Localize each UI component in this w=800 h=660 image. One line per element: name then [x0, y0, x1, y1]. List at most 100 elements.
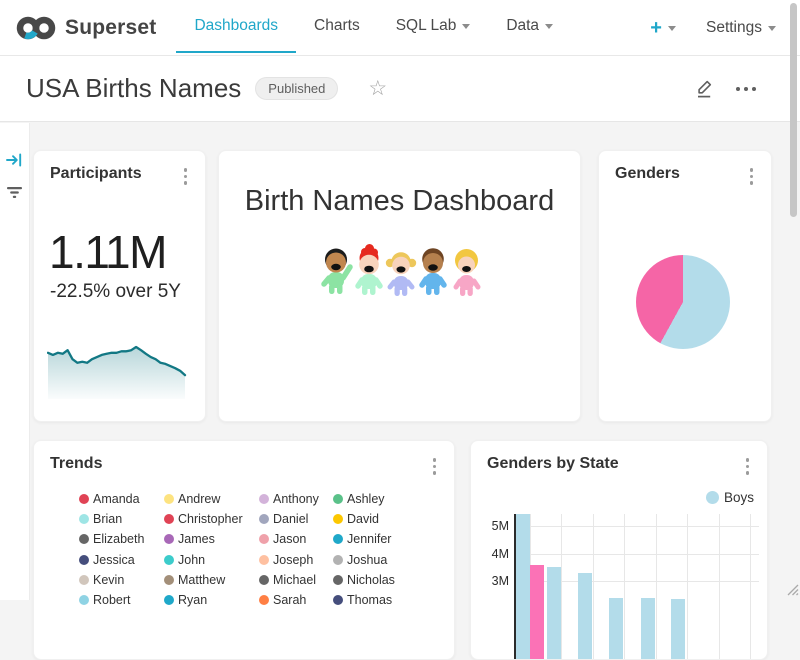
scrollbar-thumb[interactable]	[790, 3, 797, 217]
gridline	[687, 514, 688, 660]
legend-dot-icon	[79, 514, 89, 524]
legend-item-brian[interactable]: Brian	[79, 512, 164, 526]
genders-pie-chart[interactable]	[636, 255, 730, 349]
bar-boys[interactable]	[609, 598, 623, 660]
legend-dot-icon	[164, 494, 174, 504]
favorite-star-icon[interactable]: ☆	[368, 78, 387, 99]
gridline	[750, 514, 751, 660]
legend-label: Kevin	[93, 573, 124, 587]
legend-label: Christopher	[178, 512, 243, 526]
legend-dot-icon	[259, 534, 269, 544]
legend-label: Brian	[93, 512, 122, 526]
chart-title: Participants	[50, 165, 142, 183]
bar-boys[interactable]	[578, 573, 592, 660]
legend-dot-icon	[259, 575, 269, 585]
gridline	[624, 514, 625, 660]
chevron-down-icon	[768, 26, 776, 31]
legend-item-ashley[interactable]: Ashley	[333, 492, 423, 506]
legend-item-robert[interactable]: Robert	[79, 593, 164, 607]
new-menu-button[interactable]: +	[650, 18, 676, 38]
legend-item-michael[interactable]: Michael	[259, 573, 333, 587]
card-genders-by-state: Genders by State Boys 5M4M3M	[470, 440, 768, 660]
bar-girls[interactable]	[530, 565, 544, 660]
status-badge[interactable]: Published	[255, 77, 338, 100]
legend-item-andrew[interactable]: Andrew	[164, 492, 259, 506]
legend-dot-icon	[333, 534, 343, 544]
legend-dot-icon	[79, 595, 89, 605]
kebab-menu-icon[interactable]	[744, 165, 760, 188]
legend-item-kevin[interactable]: Kevin	[79, 573, 164, 587]
legend-item-joshua[interactable]: Joshua	[333, 553, 423, 567]
legend-label: Elizabeth	[93, 532, 144, 546]
legend-label: Thomas	[347, 593, 392, 607]
legend-item-joseph[interactable]: Joseph	[259, 553, 333, 567]
bar-boys[interactable]	[641, 598, 655, 660]
bar-boys[interactable]	[671, 599, 685, 660]
legend-dot-icon	[79, 534, 89, 544]
legend-item-nicholas[interactable]: Nicholas	[333, 573, 423, 587]
superset-logo[interactable]: Superset	[0, 14, 166, 42]
chart-title: Genders	[615, 165, 680, 183]
kebab-menu-icon[interactable]	[427, 455, 443, 478]
card-trends: Trends AmandaAndrewAnthonyAshleyBrianChr…	[33, 440, 455, 660]
legend-item-ryan[interactable]: Ryan	[164, 593, 259, 607]
legend-label: Ashley	[347, 492, 385, 506]
card-resize-handle-icon[interactable]	[785, 582, 800, 597]
settings-menu[interactable]: Settings	[706, 19, 776, 37]
legend-item-elizabeth[interactable]: Elizabeth	[79, 532, 164, 546]
dashboard-header: USA Births Names Published ☆	[0, 56, 800, 122]
edit-pencil-icon[interactable]	[694, 78, 714, 99]
legend-item-sarah[interactable]: Sarah	[259, 593, 333, 607]
filter-funnel-icon[interactable]	[6, 183, 24, 201]
legend-dot-icon	[333, 514, 343, 524]
legend-label: Sarah	[273, 593, 306, 607]
bar-boys[interactable]	[516, 514, 530, 660]
y-axis-tick-label: 4M	[477, 547, 509, 561]
nav-item-data[interactable]: Data	[488, 0, 571, 53]
legend-item-daniel[interactable]: Daniel	[259, 512, 333, 526]
expand-filters-icon[interactable]	[6, 151, 24, 169]
legend-label: Jennifer	[347, 532, 391, 546]
legend-dot-icon	[164, 595, 174, 605]
legend-label: Matthew	[178, 573, 225, 587]
legend-dot-icon	[333, 555, 343, 565]
legend-item-christopher[interactable]: Christopher	[164, 512, 259, 526]
legend-label: Jason	[273, 532, 306, 546]
legend-item-jason[interactable]: Jason	[259, 532, 333, 546]
trendline-sparkline	[47, 339, 195, 403]
more-actions-icon[interactable]	[732, 83, 760, 95]
nav-item-dashboards[interactable]: Dashboards	[176, 0, 296, 53]
legend-label: Joshua	[347, 553, 387, 567]
gridline	[514, 526, 759, 527]
kebab-menu-icon[interactable]	[178, 165, 194, 188]
legend-item-anthony[interactable]: Anthony	[259, 492, 333, 506]
nav-item-charts[interactable]: Charts	[296, 0, 378, 53]
legend-label: Nicholas	[347, 573, 395, 587]
legend-dot-icon	[259, 595, 269, 605]
nav-item-sql-lab[interactable]: SQL Lab	[378, 0, 489, 53]
brand-name: Superset	[65, 16, 156, 40]
genders-by-state-bar-chart[interactable]: 5M4M3M	[471, 441, 768, 660]
legend-item-david[interactable]: David	[333, 512, 423, 526]
big-number-value: 1.11M	[49, 225, 166, 279]
legend-dot-icon	[259, 514, 269, 524]
y-axis-tick-label: 3M	[477, 574, 509, 588]
legend-label: John	[178, 553, 205, 567]
legend-item-matthew[interactable]: Matthew	[164, 573, 259, 587]
legend-label: Joseph	[273, 553, 313, 567]
legend-item-amanda[interactable]: Amanda	[79, 492, 164, 506]
legend-label: Amanda	[93, 492, 140, 506]
kids-illustration	[314, 239, 486, 301]
legend-label: Daniel	[273, 512, 308, 526]
legend-item-jessica[interactable]: Jessica	[79, 553, 164, 567]
legend-label: Jessica	[93, 553, 135, 567]
big-number-subheader: -22.5% over 5Y	[50, 281, 181, 303]
legend-dot-icon	[259, 555, 269, 565]
legend-dot-icon	[79, 494, 89, 504]
legend-item-thomas[interactable]: Thomas	[333, 593, 423, 607]
legend-item-john[interactable]: John	[164, 553, 259, 567]
legend-item-jennifer[interactable]: Jennifer	[333, 532, 423, 546]
bar-boys[interactable]	[547, 567, 561, 660]
legend-item-james[interactable]: James	[164, 532, 259, 546]
gridline	[656, 514, 657, 660]
